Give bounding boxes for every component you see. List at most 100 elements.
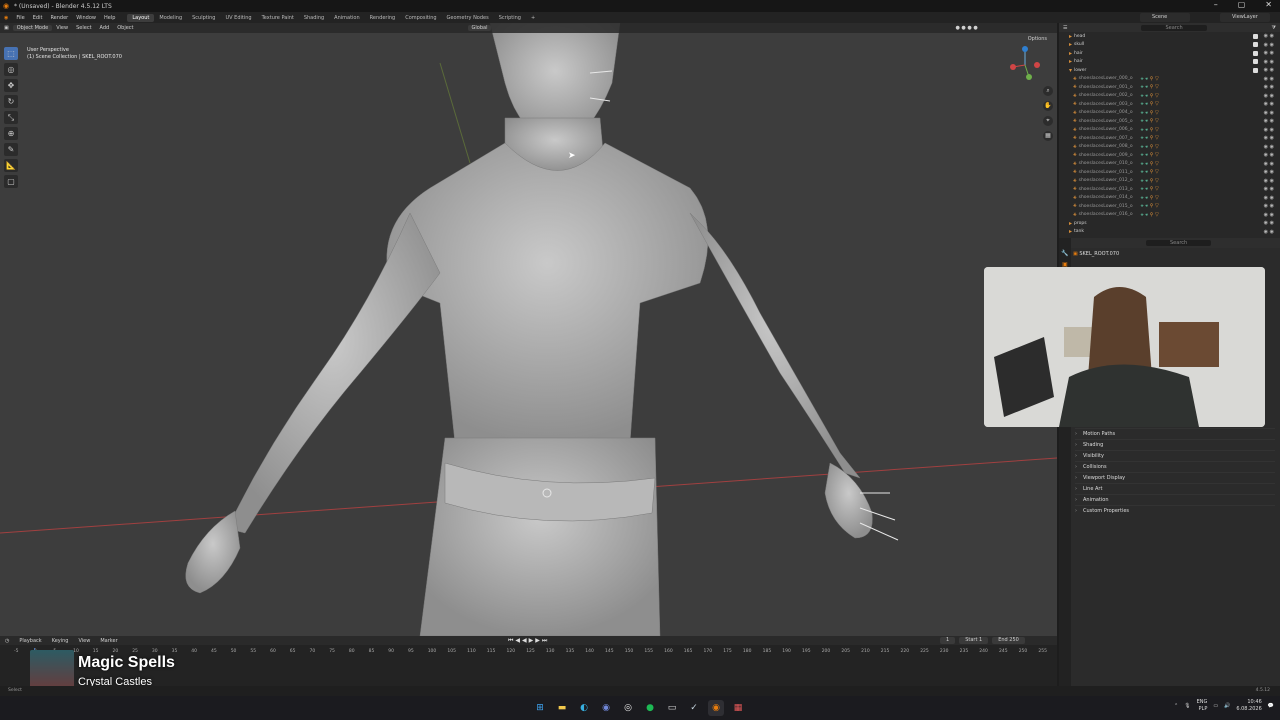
maximize-button[interactable]: ▢ <box>1238 0 1246 9</box>
properties-search-input[interactable]: Search <box>1146 240 1212 246</box>
timeline-menu-view[interactable]: View <box>73 638 95 644</box>
visibility-eye-icon[interactable]: ◉ ◉ <box>1264 127 1274 133</box>
timeline-menu-playback[interactable]: Playback <box>14 638 46 644</box>
include-checkbox[interactable] <box>1253 42 1258 48</box>
panel-collisions[interactable]: › Collisions <box>1075 461 1275 472</box>
microphone-icon[interactable]: 🎙 <box>1184 703 1190 709</box>
outliner-object-row[interactable]: ⚹ shoeslacesLower_004_o ⚹ ⚹ ⚲ ▽ ◉ ◉ <box>1059 109 1280 118</box>
menu-edit[interactable]: Edit <box>29 15 47 21</box>
visibility-eye-icon[interactable]: ◉ ◉ <box>1264 59 1274 65</box>
outliner-object-row[interactable]: ⚹ shoeslacesLower_003_o ⚹ ⚹ ⚲ ▽ ◉ ◉ <box>1059 100 1280 109</box>
visibility-eye-icon[interactable]: ◉ ◉ <box>1264 76 1274 82</box>
visibility-eye-icon[interactable]: ◉ ◉ <box>1264 212 1274 218</box>
keyboard-language[interactable]: ENG PLP <box>1197 699 1208 713</box>
blender-menu-icon[interactable]: ◉ <box>0 15 12 21</box>
outliner-object-row[interactable]: ⚹ shoeslacesLower_002_o ⚹ ⚹ ⚲ ▽ ◉ ◉ <box>1059 92 1280 101</box>
visibility-eye-icon[interactable]: ◉ ◉ <box>1264 178 1274 184</box>
visibility-eye-icon[interactable]: ◉ ◉ <box>1264 152 1274 158</box>
visibility-eye-icon[interactable]: ◉ ◉ <box>1264 203 1274 209</box>
collection-row[interactable]: ▸ head ◉ ◉ <box>1059 32 1280 41</box>
playback-controls[interactable]: ⏮◀◀▶▶⏭ <box>508 637 549 645</box>
visibility-eye-icon[interactable]: ◉ ◉ <box>1264 229 1274 235</box>
object-name-field[interactable]: ▣ SKEL_ROOT.070 <box>1073 251 1119 257</box>
clock[interactable]: 10:46 6.08.2026 <box>1236 699 1261 713</box>
transform-orientation-dropdown[interactable]: Global <box>467 25 492 31</box>
tab-sculpting[interactable]: Sculpting <box>187 14 220 22</box>
add-workspace-button[interactable]: + <box>526 14 540 22</box>
tab-modeling[interactable]: Modeling <box>154 14 187 22</box>
visibility-eye-icon[interactable]: ◉ ◉ <box>1264 195 1274 201</box>
visibility-eye-icon[interactable]: ◉ ◉ <box>1264 101 1274 107</box>
view-layer-selector[interactable]: ViewLayer <box>1220 13 1270 22</box>
menu-help[interactable]: Help <box>100 15 119 21</box>
filter-icon[interactable]: ⧩ <box>1268 25 1280 31</box>
viewport-menu-view[interactable]: View <box>52 25 72 31</box>
outliner-object-row[interactable]: ⚹ shoeslacesLower_005_o ⚹ ⚹ ⚲ ▽ ◉ ◉ <box>1059 117 1280 126</box>
file-explorer-icon[interactable]: ▬ <box>554 700 570 716</box>
timeline-menu-marker[interactable]: Marker <box>95 638 122 644</box>
panel-custom-properties[interactable]: › Custom Properties <box>1075 505 1275 516</box>
terminal-icon[interactable]: ▭ <box>664 700 680 716</box>
visibility-eye-icon[interactable]: ◉ ◉ <box>1264 161 1274 167</box>
outliner-object-row[interactable]: ⚹ shoeslacesLower_012_o ⚹ ⚹ ⚲ ▽ ◉ ◉ <box>1059 177 1280 186</box>
scale-tool-icon[interactable]: ⤡ <box>4 111 18 124</box>
tab-uv-editing[interactable]: UV Editing <box>220 14 256 22</box>
tab-layout[interactable]: Layout <box>127 13 155 22</box>
tab-animation[interactable]: Animation <box>329 14 365 22</box>
visibility-eye-icon[interactable]: ◉ ◉ <box>1264 135 1274 141</box>
viewport-shading-buttons[interactable]: ● ● ● ● <box>951 25 981 31</box>
tray-overflow-icon[interactable]: ⌃ <box>1174 703 1178 709</box>
visibility-eye-icon[interactable]: ◉ ◉ <box>1264 50 1274 56</box>
outliner-object-row[interactable]: ⚹ shoeslacesLower_008_o ⚹ ⚹ ⚲ ▽ ◉ ◉ <box>1059 143 1280 152</box>
collection-row[interactable]: ▸ props ◉ ◉ <box>1059 219 1280 228</box>
tab-rendering[interactable]: Rendering <box>365 14 401 22</box>
timeline-editor-icon[interactable]: ◷ <box>0 638 14 644</box>
panel-viewport-display[interactable]: › Viewport Display <box>1075 472 1275 483</box>
visibility-eye-icon[interactable]: ◉ ◉ <box>1264 67 1274 73</box>
outliner-object-row[interactable]: ⚹ shoeslacesLower_000_o ⚹ ⚹ ⚲ ▽ ◉ ◉ <box>1059 75 1280 84</box>
editor-type-icon[interactable]: ▣ <box>0 25 13 31</box>
volume-icon[interactable]: 🔊 <box>1224 703 1230 709</box>
cursor-tool-icon[interactable]: ◎ <box>4 63 18 76</box>
timeline-menu-keying[interactable]: Keying <box>47 638 74 644</box>
outliner-object-row[interactable]: ⚹ shoeslacesLower_011_o ⚹ ⚹ ⚲ ▽ ◉ ◉ <box>1059 168 1280 177</box>
scene-selector[interactable]: Scene <box>1140 13 1190 22</box>
tab-shading[interactable]: Shading <box>299 14 329 22</box>
measure-tool-icon[interactable]: 📐 <box>4 159 18 172</box>
visibility-eye-icon[interactable]: ◉ ◉ <box>1264 169 1274 175</box>
notifications-icon[interactable]: 💬 <box>1268 703 1274 709</box>
end-frame-field[interactable]: End 250 <box>992 637 1025 644</box>
tab-scripting[interactable]: Scripting <box>494 14 526 22</box>
outliner-object-row[interactable]: ⚹ shoeslacesLower_013_o ⚹ ⚹ ⚲ ▽ ◉ ◉ <box>1059 185 1280 194</box>
visibility-eye-icon[interactable]: ◉ ◉ <box>1264 42 1274 48</box>
outliner-object-row[interactable]: ⚹ shoeslacesLower_014_o ⚹ ⚹ ⚲ ▽ ◉ ◉ <box>1059 194 1280 203</box>
menu-window[interactable]: Window <box>72 15 100 21</box>
panel-motion-paths[interactable]: › Motion Paths <box>1075 428 1275 439</box>
menu-render[interactable]: Render <box>46 15 72 21</box>
viewport-menu-select[interactable]: Select <box>72 25 95 31</box>
include-checkbox[interactable] <box>1253 59 1258 65</box>
outliner-search-input[interactable]: Search <box>1141 24 1207 31</box>
visibility-eye-icon[interactable]: ◉ ◉ <box>1264 186 1274 192</box>
current-frame-field[interactable]: 1 <box>940 637 956 644</box>
camera-icon[interactable]: ⌖ <box>1043 116 1053 126</box>
transform-tool-icon[interactable]: ⊕ <box>4 127 18 140</box>
outliner-object-row[interactable]: ⚹ shoeslacesLower_001_o ⚹ ⚹ ⚲ ▽ ◉ ◉ <box>1059 83 1280 92</box>
annotate-tool-icon[interactable]: ✎ <box>4 143 18 156</box>
outliner-object-row[interactable]: ⚹ shoeslacesLower_016_o ⚹ ⚹ ⚲ ▽ ◉ ◉ <box>1059 211 1280 220</box>
outliner-object-row[interactable]: ⚹ shoeslacesLower_015_o ⚹ ⚹ ⚲ ▽ ◉ ◉ <box>1059 202 1280 211</box>
tool-tab-icon[interactable]: 🔧 <box>1059 250 1071 257</box>
visibility-eye-icon[interactable]: ◉ ◉ <box>1264 110 1274 116</box>
collection-row[interactable]: ▸ skull ◉ ◉ <box>1059 41 1280 50</box>
panel-shading[interactable]: › Shading <box>1075 439 1275 450</box>
app-grid-icon[interactable]: ▦ <box>730 700 746 716</box>
start-frame-field[interactable]: Start 1 <box>959 637 989 644</box>
visibility-eye-icon[interactable]: ◉ ◉ <box>1264 84 1274 90</box>
collection-row[interactable]: ▸ tank ◉ ◉ <box>1059 228 1280 237</box>
visibility-eye-icon[interactable]: ◉ ◉ <box>1264 93 1274 99</box>
outliner-object-row[interactable]: ⚹ shoeslacesLower_010_o ⚹ ⚹ ⚲ ▽ ◉ ◉ <box>1059 160 1280 169</box>
steam-icon[interactable]: ✓ <box>686 700 702 716</box>
edge-browser-icon[interactable]: ◐ <box>576 700 592 716</box>
pan-hand-icon[interactable]: ✋ <box>1043 101 1053 111</box>
windows-start-icon[interactable]: ⊞ <box>532 700 548 716</box>
